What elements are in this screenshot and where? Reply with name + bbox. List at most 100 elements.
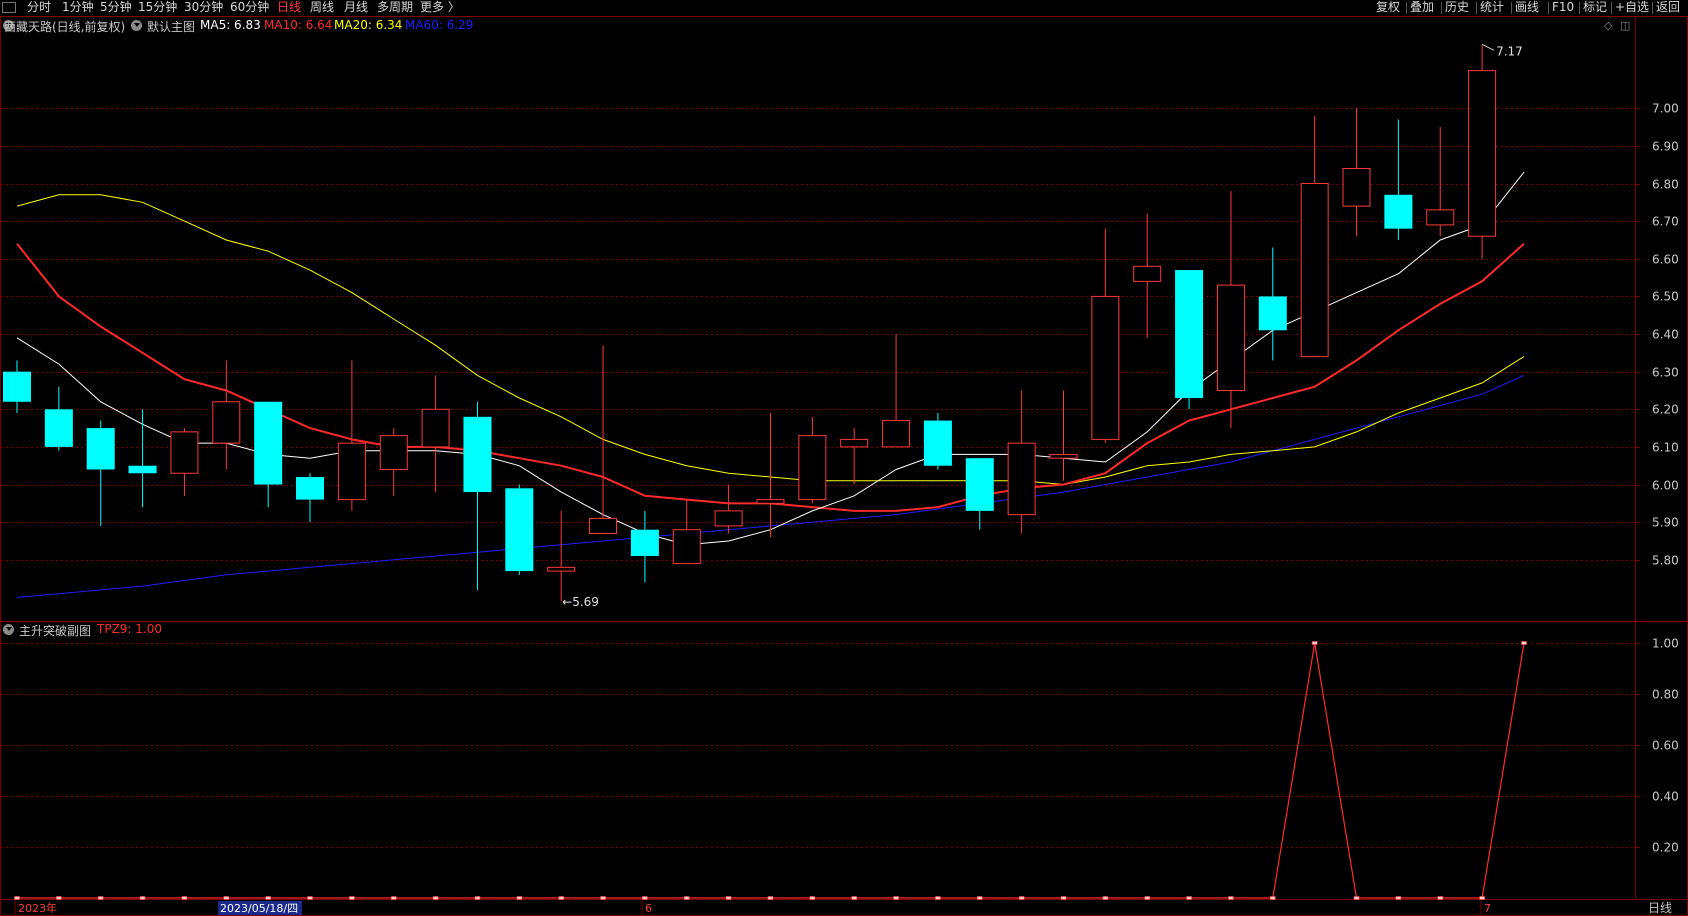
sub-tick-label: 0.80 bbox=[1652, 688, 1679, 702]
time-label: 6 bbox=[645, 902, 652, 915]
tpz9-point bbox=[307, 896, 313, 900]
tpz9-point bbox=[1018, 896, 1025, 900]
time-label: 2023年 bbox=[18, 901, 57, 915]
candle-body-down bbox=[44, 409, 73, 447]
price-tick-label: 7.00 bbox=[1652, 102, 1679, 116]
tpz9-point bbox=[893, 896, 899, 900]
candle-body-up bbox=[1216, 284, 1245, 391]
tpz9-point bbox=[809, 896, 816, 900]
tpz9-point bbox=[1479, 896, 1485, 900]
tpz9-point bbox=[516, 896, 523, 900]
candle-body-up bbox=[547, 566, 576, 572]
tpz9-point bbox=[1228, 896, 1234, 900]
candle-body-up bbox=[212, 401, 241, 444]
candle-body-down bbox=[463, 416, 492, 493]
tpz9-point bbox=[1353, 896, 1360, 900]
tpz9-point bbox=[558, 896, 564, 900]
candle-body-down bbox=[505, 488, 534, 572]
tpz9-point bbox=[642, 896, 648, 900]
tpz9-point bbox=[600, 896, 606, 900]
price-tick-label: 5.90 bbox=[1652, 516, 1679, 530]
tpz9-point bbox=[1060, 896, 1067, 900]
tpz9-point bbox=[139, 896, 146, 900]
candle-body-up bbox=[589, 517, 618, 534]
candle-body-up bbox=[672, 529, 701, 565]
price-tick-label: 6.80 bbox=[1652, 178, 1679, 192]
tpz9-point bbox=[97, 896, 104, 900]
candle-body-down bbox=[1384, 194, 1413, 229]
candle-body-down bbox=[1258, 296, 1287, 331]
candle-body-up bbox=[1133, 265, 1162, 282]
candle-body-up bbox=[756, 499, 785, 504]
tpz9-point bbox=[1186, 896, 1192, 900]
candle-body-up bbox=[882, 420, 911, 448]
price-tick-label: 6.00 bbox=[1652, 479, 1679, 493]
tpz9-point bbox=[1144, 896, 1151, 900]
period-label: 日线 bbox=[1648, 901, 1672, 915]
candle-body-up bbox=[1007, 442, 1036, 516]
tpz9-point bbox=[390, 896, 397, 900]
tpz9-point bbox=[1437, 896, 1444, 900]
tpz9-point bbox=[1311, 641, 1318, 645]
candle-body-up bbox=[1342, 167, 1371, 207]
tpz9-point bbox=[56, 896, 62, 900]
sub-tick-label: 1.00 bbox=[1652, 637, 1679, 651]
candle-body-down bbox=[86, 428, 115, 470]
tpz9-point bbox=[683, 896, 690, 900]
tpz9-point bbox=[976, 896, 983, 900]
candle-body-up bbox=[840, 438, 869, 448]
candle-body-down bbox=[296, 477, 325, 500]
price-tick-label: 6.30 bbox=[1652, 366, 1679, 380]
price-tick-label: 6.70 bbox=[1652, 215, 1679, 229]
sub-tick-label: 0.60 bbox=[1652, 739, 1679, 753]
candle-body-up bbox=[1300, 183, 1329, 358]
candle-body-down bbox=[965, 458, 994, 511]
candle-body-up bbox=[1091, 295, 1120, 440]
candle-body-up bbox=[1049, 453, 1078, 459]
tpz9-point bbox=[935, 896, 941, 900]
candle-body-up bbox=[714, 510, 743, 527]
candle-body-down bbox=[254, 401, 283, 485]
candle-body-up bbox=[170, 431, 199, 474]
tpz9-point bbox=[1270, 896, 1276, 900]
tpz9-point bbox=[265, 896, 271, 900]
candle-body-down bbox=[1175, 270, 1204, 398]
tpz9-point bbox=[181, 896, 188, 900]
tpz9-point bbox=[1521, 641, 1527, 645]
kline-chart[interactable]: 5.80 5.90 6.00 6.10 6.20 6.30 6.40 6.50 6.60 6.70… bbox=[0, 0, 1688, 916]
candle-body-down bbox=[3, 371, 31, 402]
tpz9-point bbox=[14, 896, 20, 900]
price-tick-label: 6.50 bbox=[1652, 290, 1679, 304]
price-tick-label: 6.60 bbox=[1652, 253, 1679, 267]
price-tick-label: 6.10 bbox=[1652, 441, 1679, 455]
tpz9-point bbox=[223, 896, 230, 900]
time-label: 7 bbox=[1484, 902, 1491, 915]
candle-body-down bbox=[128, 465, 157, 474]
low-annotation: ←5.69 bbox=[562, 595, 599, 609]
high-marker-arrow bbox=[1481, 43, 1495, 51]
candle-body-down bbox=[630, 529, 659, 557]
tpz9-point bbox=[1102, 896, 1109, 900]
cursor-date: 2023/05/18/四 bbox=[220, 902, 298, 915]
tpz9-point bbox=[349, 896, 355, 900]
price-tick-label: 5.80 bbox=[1652, 554, 1679, 568]
tpz9-point bbox=[432, 896, 439, 900]
tpz9-line bbox=[17, 642, 1525, 899]
candle-body-up bbox=[379, 435, 408, 470]
candle-body-up bbox=[337, 442, 366, 501]
candle-body-up bbox=[798, 435, 827, 501]
high-annotation: 7.17 bbox=[1496, 44, 1523, 58]
sub-tick-label: 0.40 bbox=[1652, 790, 1679, 804]
price-tick-label: 6.40 bbox=[1652, 328, 1679, 342]
tpz9-point bbox=[725, 896, 732, 900]
candle-body-up bbox=[1426, 209, 1455, 226]
candle-body-up bbox=[1468, 70, 1497, 237]
price-tick-label: 6.20 bbox=[1652, 403, 1679, 417]
tpz9-point bbox=[767, 896, 774, 900]
chart-frame bbox=[0, 16, 1688, 916]
tpz9-point bbox=[1395, 896, 1402, 900]
candle-body-down bbox=[923, 420, 952, 466]
candle-body-up bbox=[421, 408, 450, 448]
price-tick-label: 6.90 bbox=[1652, 140, 1679, 154]
sub-tick-label: 0.20 bbox=[1652, 841, 1679, 855]
